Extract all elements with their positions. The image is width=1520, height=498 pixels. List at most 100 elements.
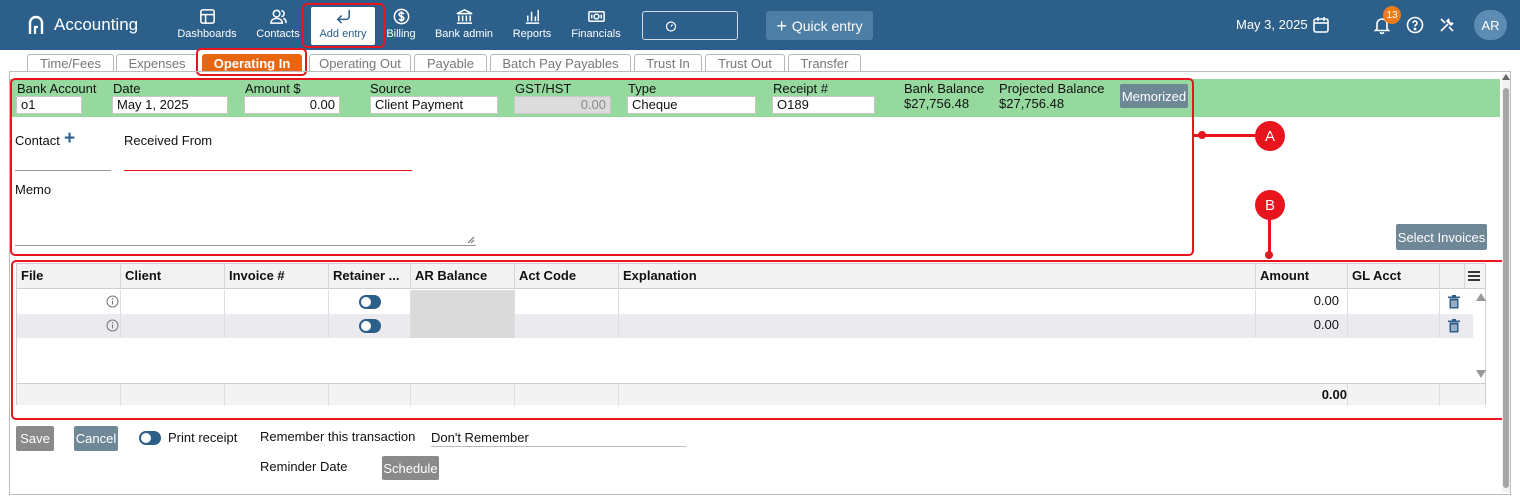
trash-icon[interactable]: [1448, 295, 1460, 309]
act-code-cell[interactable]: [515, 290, 619, 314]
date-label: Date: [113, 81, 141, 96]
cancel-button[interactable]: Cancel: [74, 426, 118, 451]
received-from-field[interactable]: [124, 170, 412, 171]
invoice-cell[interactable]: [225, 290, 329, 314]
save-button[interactable]: Save: [16, 426, 54, 451]
timer-widget[interactable]: [642, 11, 738, 40]
tab-payable[interactable]: Payable: [414, 54, 487, 72]
calendar-icon[interactable]: [1312, 16, 1330, 34]
retainer-toggle[interactable]: [359, 319, 381, 333]
tab-trust-in[interactable]: Trust In: [634, 54, 702, 72]
contacts-icon: [269, 9, 287, 24]
gl-acct-cell[interactable]: [1348, 290, 1440, 314]
invoice-cell[interactable]: [225, 314, 329, 338]
col-retainer[interactable]: Retainer ...: [329, 264, 411, 289]
nav-billing[interactable]: Billing: [369, 7, 433, 45]
scrollbar-thumb[interactable]: [1503, 88, 1509, 488]
bank-account-field[interactable]: o1: [16, 96, 82, 114]
scroll-up-icon[interactable]: [1476, 293, 1486, 301]
total-cell: [121, 384, 225, 406]
help-icon[interactable]: [1406, 16, 1424, 34]
date-field[interactable]: May 1, 2025: [112, 96, 228, 114]
nav-financials[interactable]: Financials: [564, 7, 628, 45]
amount-field[interactable]: 0.00: [244, 96, 340, 114]
col-amount[interactable]: Amount: [1256, 264, 1348, 289]
bank-icon: [456, 9, 472, 24]
grid-header: File Client Invoice # Retainer ... AR Ba…: [17, 264, 1485, 289]
top-navigation-bar: Accounting Dashboards Contacts Add entry…: [0, 0, 1520, 50]
contact-field[interactable]: [15, 170, 111, 171]
nav-contacts[interactable]: Contacts: [246, 7, 310, 45]
scroll-down-icon[interactable]: [1476, 370, 1486, 378]
amount-cell[interactable]: 0.00: [1256, 314, 1348, 338]
explanation-cell[interactable]: [619, 314, 1256, 338]
tab-transfer[interactable]: Transfer: [788, 54, 861, 72]
amount-cell[interactable]: 0.00: [1256, 290, 1348, 314]
col-file[interactable]: File: [17, 264, 121, 289]
table-row[interactable]: 0.00: [17, 290, 1473, 314]
tab-operating-in[interactable]: Operating In: [202, 54, 302, 72]
source-label: Source: [370, 81, 412, 96]
gst-field: 0.00: [514, 96, 611, 114]
financials-icon: [587, 10, 605, 23]
total-cell: [515, 384, 619, 406]
col-act-code[interactable]: Act Code: [515, 264, 619, 289]
tab-expenses[interactable]: Expenses: [116, 54, 198, 72]
col-ar-balance[interactable]: AR Balance: [411, 264, 515, 289]
gl-acct-cell[interactable]: [1348, 314, 1440, 338]
scroll-up-arrow-icon[interactable]: [1502, 74, 1510, 80]
info-icon[interactable]: [106, 295, 119, 308]
print-receipt-toggle[interactable]: [139, 431, 161, 445]
timer-icon: [665, 20, 677, 32]
file-cell[interactable]: [17, 314, 121, 338]
tab-batch-pay-payables[interactable]: Batch Pay Payables: [490, 54, 631, 72]
grid-totals-row: 0.00: [17, 383, 1485, 406]
nav-add-entry[interactable]: Add entry: [311, 7, 375, 45]
user-avatar[interactable]: AR: [1474, 10, 1507, 40]
source-field[interactable]: Client Payment: [370, 96, 498, 114]
bank-balance-value: $27,756.48: [904, 96, 970, 111]
total-cell: [329, 384, 411, 406]
client-cell[interactable]: [121, 290, 225, 314]
receipt-field[interactable]: O189: [772, 96, 875, 114]
info-icon[interactable]: [106, 319, 119, 332]
quick-entry-button[interactable]: + Quick entry: [766, 11, 873, 40]
projected-balance-label: Projected Balance: [999, 81, 1105, 96]
schedule-button[interactable]: Schedule: [382, 456, 439, 480]
retainer-toggle[interactable]: [359, 295, 381, 309]
type-label: Type: [628, 81, 657, 96]
callout-a-dot: [1198, 131, 1206, 139]
col-client[interactable]: Client: [121, 264, 225, 289]
app-brand[interactable]: Accounting: [28, 13, 138, 37]
retainer-cell[interactable]: [329, 314, 411, 338]
explanation-cell[interactable]: [619, 290, 1256, 314]
retainer-cell[interactable]: [329, 290, 411, 314]
col-explanation[interactable]: Explanation: [619, 264, 1256, 289]
add-contact-icon[interactable]: +: [64, 128, 75, 150]
tab-operating-out[interactable]: Operating Out: [309, 54, 411, 72]
trash-icon[interactable]: [1448, 319, 1460, 333]
table-row[interactable]: 0.00: [17, 314, 1473, 338]
nav-dashboards[interactable]: Dashboards: [175, 7, 239, 45]
act-code-cell[interactable]: [515, 314, 619, 338]
callout-b-connector: [1268, 218, 1271, 255]
tab-time-fees[interactable]: Time/Fees: [27, 54, 114, 72]
client-cell[interactable]: [121, 314, 225, 338]
resize-handle-icon[interactable]: [467, 236, 475, 244]
memo-field[interactable]: [15, 198, 476, 246]
select-invoices-button[interactable]: Select Invoices: [1396, 224, 1487, 250]
ar-balance-cell: [411, 290, 515, 314]
nav-bank-admin[interactable]: Bank admin: [432, 7, 496, 45]
column-menu-icon[interactable]: [1468, 270, 1480, 282]
memorized-button[interactable]: Memorized: [1120, 84, 1188, 108]
tools-icon[interactable]: [1438, 16, 1456, 34]
gst-label: GST/HST: [515, 81, 572, 96]
col-gl-acct[interactable]: GL Acct: [1348, 264, 1440, 289]
file-cell[interactable]: [17, 290, 121, 314]
type-field[interactable]: Cheque: [627, 96, 756, 114]
tab-trust-out[interactable]: Trust Out: [705, 54, 785, 72]
remember-select[interactable]: Don't Remember: [431, 430, 686, 447]
nav-reports[interactable]: Reports: [500, 7, 564, 45]
col-invoice[interactable]: Invoice #: [225, 264, 329, 289]
invoice-grid: File Client Invoice # Retainer ... AR Ba…: [16, 263, 1486, 406]
